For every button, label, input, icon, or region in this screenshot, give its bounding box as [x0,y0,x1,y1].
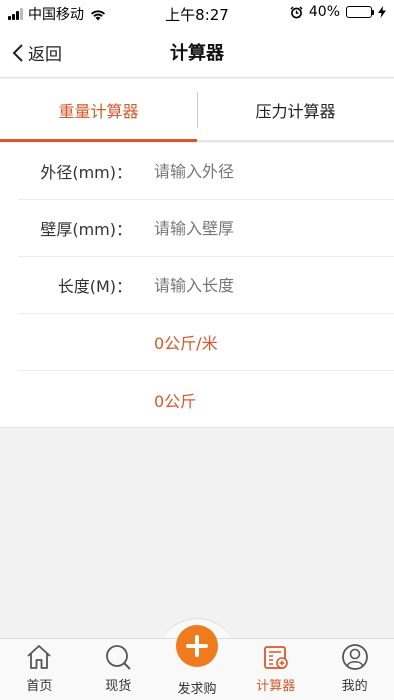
wall-thickness-input[interactable] [154,218,354,238]
alarm-icon [290,5,303,18]
result-total-row: 0公斤 [18,371,394,428]
bottom-tab-label: 首页 [26,679,53,694]
outer-diameter-input[interactable] [154,161,354,181]
outer-diameter-row: 外径(mm)： [18,143,394,200]
length-row: 长度(M)： [18,257,394,314]
bottom-tab-home[interactable]: 首页 [0,639,79,700]
tab-label: 重量计算器 [58,101,139,121]
plus-icon [186,635,208,657]
bottom-tab-stock[interactable]: 现货 [79,639,158,700]
post-request-button[interactable] [176,625,218,667]
tab-label: 压力计算器 [255,101,336,121]
weight-form: 外径(mm)： 壁厚(mm)： 长度(M)： 0公斤/米 0公斤 [0,143,394,428]
status-right: 40% [290,4,386,20]
length-label: 长度(M)： [57,277,132,296]
user-icon [341,644,368,670]
bottom-tab-label: 计算器 [256,679,296,694]
status-bar: 中国移动 上午8:27 40% [0,0,394,26]
nav-bar: 返回 计算器 [0,26,394,78]
wall-thickness-row: 壁厚(mm)： [18,200,394,257]
tab-pressure-calculator[interactable]: 压力计算器 [197,79,394,140]
wall-thickness-label: 壁厚(mm)： [40,220,132,239]
bottom-tab-label: 我的 [341,679,368,694]
length-input[interactable] [154,275,354,295]
result-total: 0公斤 [154,391,197,411]
bottom-tab-calculator[interactable]: 计算器 [236,639,315,700]
battery-icon [346,6,374,18]
calculator-icon [263,646,288,669]
tab-weight-calculator[interactable]: 重量计算器 [0,79,197,142]
bottom-tab-profile[interactable]: 我的 [315,639,394,700]
result-per-meter-row: 0公斤/米 [18,314,394,371]
post-request-label: 发求购 [177,682,217,697]
tab-divider [197,92,198,128]
page-title: 计算器 [170,43,224,64]
outer-diameter-label: 外径(mm)： [40,163,132,182]
charging-icon [378,6,386,18]
bottom-tab-label: 现货 [105,679,132,694]
battery-percent: 40% [308,4,340,20]
home-icon [27,645,51,669]
search-icon [106,645,131,670]
result-per-meter: 0公斤/米 [154,334,218,353]
